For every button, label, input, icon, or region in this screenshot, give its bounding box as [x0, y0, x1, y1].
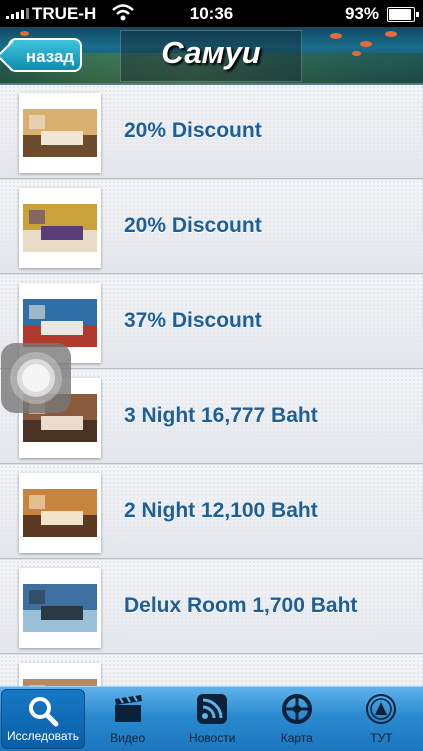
deal-row[interactable]: 20% Discount [0, 180, 423, 274]
tab-label: Исследовать [6, 729, 80, 743]
tab-compass[interactable]: Карта [255, 687, 339, 751]
hotel-photo-image [23, 299, 97, 347]
deal-thumbnail [19, 93, 101, 173]
compass-icon [281, 693, 313, 725]
deal-row[interactable]: Delux Room 1,700 Baht [0, 560, 423, 654]
deal-title: 37% Discount [124, 309, 262, 332]
back-button[interactable]: назад [8, 38, 82, 72]
fish-decoration [360, 41, 372, 47]
clapperboard-icon [112, 693, 144, 725]
tab-bar: Исследовать Видео Новости Карта ТУТ [0, 686, 423, 751]
rss-icon [196, 693, 228, 725]
deal-thumbnail [19, 663, 101, 686]
deal-thumbnail [19, 473, 101, 553]
deal-title: Delux Room 1,700 Baht [124, 594, 358, 617]
hotel-photo-image [23, 489, 97, 537]
deal-row[interactable]: 2 Night 12,100 Baht [0, 465, 423, 559]
deal-thumbnail [19, 188, 101, 268]
hotel-photo-image [23, 109, 97, 157]
tab-tat-logo[interactable]: ТУТ [339, 687, 423, 751]
deal-title: 20% Discount [124, 119, 262, 142]
status-bar: TRUE-H 10:36 93% [0, 0, 423, 27]
battery-percentage: 93% [344, 4, 379, 23]
deal-title: 3 Night 16,777 Baht [124, 404, 318, 427]
deal-row[interactable]: 20% Discount [0, 85, 423, 179]
hotel-photo-image [23, 584, 97, 632]
title-frame: Самуи [120, 30, 302, 82]
page-title: Самуи [161, 35, 261, 70]
back-button-label: назад [25, 47, 75, 66]
hotel-photo-image [23, 679, 97, 686]
tab-label: Видео [110, 731, 146, 745]
tat-logo-icon [365, 693, 397, 725]
deal-thumbnail [19, 568, 101, 648]
deal-row[interactable] [0, 655, 423, 686]
fish-decoration [385, 31, 397, 37]
fish-decoration [330, 33, 342, 39]
search-icon [27, 695, 59, 727]
deal-title: 2 Night 12,100 Baht [124, 499, 318, 522]
fish-decoration [20, 31, 29, 36]
tab-search[interactable]: Исследовать [1, 689, 85, 749]
tab-label: Новости [188, 731, 236, 745]
tab-rss[interactable]: Новости [170, 687, 254, 751]
fish-decoration [352, 51, 361, 56]
tab-label: Карта [280, 731, 313, 745]
deal-title: 20% Discount [124, 214, 262, 237]
tab-label: ТУТ [370, 731, 393, 745]
nav-header: назад Самуи [0, 27, 423, 85]
battery-icon [387, 7, 419, 22]
tab-clapperboard[interactable]: Видео [86, 687, 170, 751]
hotel-photo-image [23, 204, 97, 252]
assistive-touch-button[interactable] [1, 343, 71, 413]
